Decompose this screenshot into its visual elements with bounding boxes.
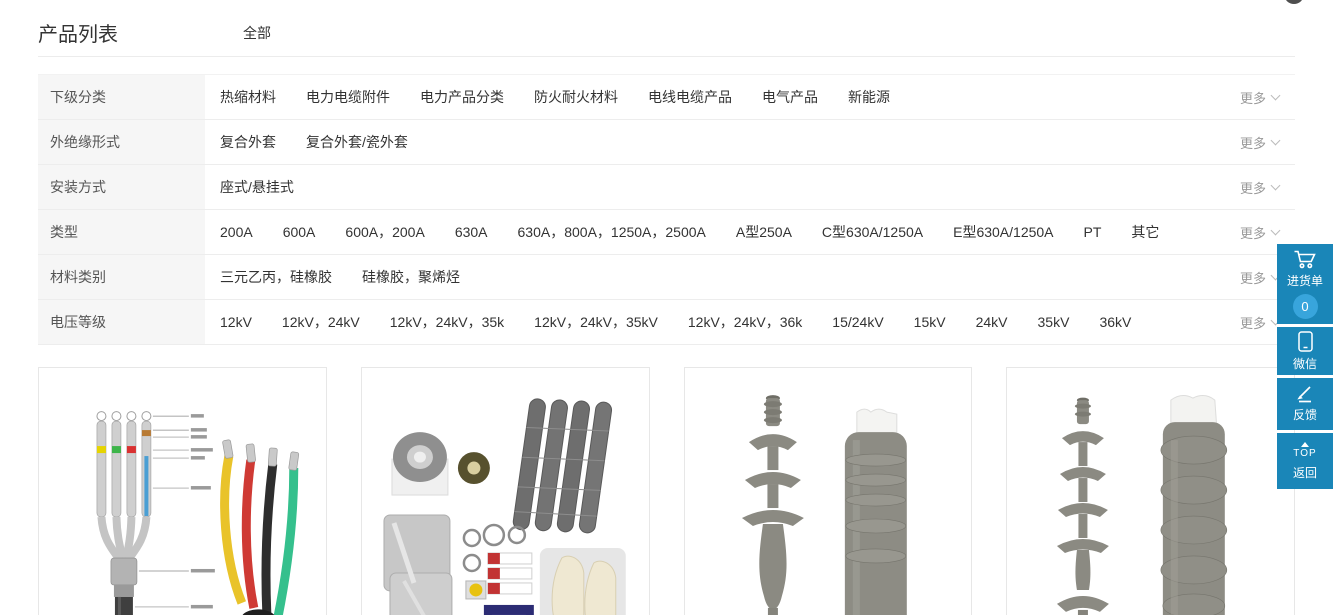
filter-all-link[interactable]: 全部 — [243, 23, 271, 43]
filter-option[interactable]: 200A — [220, 224, 253, 240]
filter-option[interactable]: 电力电缆附件 — [306, 87, 390, 107]
back-label: 返回 — [1293, 464, 1317, 481]
filter-label: 电压等级 — [38, 300, 205, 344]
filter-option[interactable]: 36kV — [1099, 314, 1131, 330]
product-card[interactable] — [361, 367, 650, 615]
filter-option[interactable]: 电力产品分类 — [420, 87, 504, 107]
cart-icon — [1293, 250, 1317, 269]
filter-option[interactable]: 12kV，24kV，36k — [688, 312, 802, 332]
filter-options: 热缩材料 电力电缆附件 电力产品分类 防火耐火材料 电线电缆产品 电气产品 新能源 — [205, 75, 1240, 119]
filter-option[interactable]: 15kV — [914, 314, 946, 330]
page-header: 产品列表 全部 — [38, 0, 1295, 57]
wechat-button[interactable]: 微信 — [1277, 327, 1333, 375]
cable-termination-diagram-photo — [39, 368, 326, 615]
filter-label: 安装方式 — [38, 165, 205, 209]
feedback-label: 反馈 — [1293, 406, 1317, 423]
more-link[interactable]: 更多 — [1240, 120, 1295, 164]
product-card[interactable] — [38, 367, 327, 615]
phone-icon — [1298, 331, 1313, 352]
filter-option[interactable]: 24kV — [976, 314, 1008, 330]
filter-label: 外绝缘形式 — [38, 120, 205, 164]
product-card[interactable] — [1006, 367, 1295, 615]
cart-button[interactable]: 进货单 0 — [1277, 244, 1333, 324]
more-label: 更多 — [1240, 133, 1266, 152]
filter-option[interactable]: 600A — [283, 224, 316, 240]
filter-option[interactable]: 新能源 — [848, 87, 890, 107]
filter-option[interactable]: 电线电缆产品 — [648, 87, 732, 107]
more-label: 更多 — [1240, 178, 1266, 197]
chevron-down-icon — [1271, 136, 1281, 146]
filter-label: 材料类别 — [38, 255, 205, 299]
filter-option[interactable]: 12kV，24kV，35k — [390, 312, 504, 332]
filter-option[interactable]: 座式/悬挂式 — [220, 177, 294, 197]
more-label: 更多 — [1240, 268, 1266, 287]
product-card[interactable] — [684, 367, 973, 615]
filter-option[interactable]: 630A，800A，1250A，2500A — [518, 222, 706, 242]
filter-option[interactable]: A型250A — [736, 222, 792, 242]
filter-row: 类型 200A 600A 600A，200A 630A 630A，800A，1250A，… — [38, 210, 1295, 255]
chevron-down-icon — [1271, 226, 1281, 236]
filter-option[interactable]: 600A，200A — [345, 222, 424, 242]
filter-row: 电压等级 12kV 12kV，24kV 12kV，24kV，35k 12kV，24kV… — [38, 300, 1295, 345]
chevron-down-icon — [1271, 181, 1281, 191]
filter-option[interactable]: 电气产品 — [762, 87, 818, 107]
filter-option[interactable]: 硅橡胶，聚烯烃 — [362, 267, 460, 287]
filter-row: 材料类别 三元乙丙，硅橡胶 硅橡胶，聚烯烃 更多 — [38, 255, 1295, 300]
filter-table: 下级分类 热缩材料 电力电缆附件 电力产品分类 防火耐火材料 电线电缆产品 电气产品 新能源… — [38, 74, 1295, 345]
chevron-down-icon — [1271, 91, 1281, 101]
more-link[interactable]: 更多 — [1240, 75, 1295, 119]
filter-options: 200A 600A 600A，200A 630A 630A，800A，1250A，250… — [205, 210, 1240, 254]
more-label: 更多 — [1240, 223, 1266, 242]
filter-option[interactable]: 630A — [455, 224, 488, 240]
top-label: TOP — [1293, 449, 1316, 459]
filter-option[interactable]: 12kV — [220, 314, 252, 330]
filter-option[interactable]: 35kV — [1038, 314, 1070, 330]
arrow-up-icon — [1301, 442, 1309, 447]
wechat-label: 微信 — [1293, 355, 1317, 372]
filter-option[interactable]: 热缩材料 — [220, 87, 276, 107]
filter-label: 下级分类 — [38, 75, 205, 119]
filter-option[interactable]: 复合外套/瓷外套 — [306, 132, 408, 152]
back-to-top-button[interactable]: TOP 返回 — [1277, 433, 1333, 489]
filter-row: 安装方式 座式/悬挂式 更多 — [38, 165, 1295, 210]
pencil-icon — [1296, 385, 1314, 403]
filter-row: 下级分类 热缩材料 电力电缆附件 电力产品分类 防火耐火材料 电线电缆产品 电气产品 新能源… — [38, 75, 1295, 120]
more-label: 更多 — [1240, 88, 1266, 107]
filter-options: 复合外套 复合外套/瓷外套 — [205, 120, 1240, 164]
filter-option[interactable]: 复合外套 — [220, 132, 276, 152]
filter-options: 12kV 12kV，24kV 12kV，24kV，35k 12kV，24kV，35kV… — [205, 300, 1240, 344]
termination-kit-contents-photo — [362, 368, 649, 615]
filter-option[interactable]: 三元乙丙，硅橡胶 — [220, 267, 332, 287]
page-title: 产品列表 — [38, 18, 118, 47]
filter-options: 三元乙丙，硅橡胶 硅橡胶，聚烯烃 — [205, 255, 1240, 299]
filter-label: 类型 — [38, 210, 205, 254]
filter-option[interactable]: 12kV，24kV，35kV — [534, 312, 658, 332]
more-link[interactable]: 更多 — [1240, 165, 1295, 209]
filter-option[interactable]: 其它 — [1131, 222, 1159, 242]
cart-badge: 0 — [1293, 294, 1318, 319]
cold-shrink-terminations-photo — [685, 368, 972, 615]
product-grid — [38, 367, 1295, 615]
floating-sidebar: 进货单 0 微信 反馈 TOP 返回 — [1277, 244, 1333, 489]
feedback-button[interactable]: 反馈 — [1277, 378, 1333, 430]
filter-row: 外绝缘形式 复合外套 复合外套/瓷外套 更多 — [38, 120, 1295, 165]
cart-label: 进货单 — [1287, 272, 1323, 289]
filter-options: 座式/悬挂式 — [205, 165, 1240, 209]
more-label: 更多 — [1240, 313, 1266, 332]
filter-option[interactable]: 防火耐火材料 — [534, 87, 618, 107]
filter-option[interactable]: E型630A/1250A — [953, 222, 1053, 242]
filter-option[interactable]: 15/24kV — [832, 314, 883, 330]
filter-option[interactable]: PT — [1084, 224, 1102, 240]
filter-option[interactable]: 12kV，24kV — [282, 312, 360, 332]
cold-shrink-terminations-photo-2 — [1007, 368, 1294, 615]
filter-option[interactable]: C型630A/1250A — [822, 222, 923, 242]
